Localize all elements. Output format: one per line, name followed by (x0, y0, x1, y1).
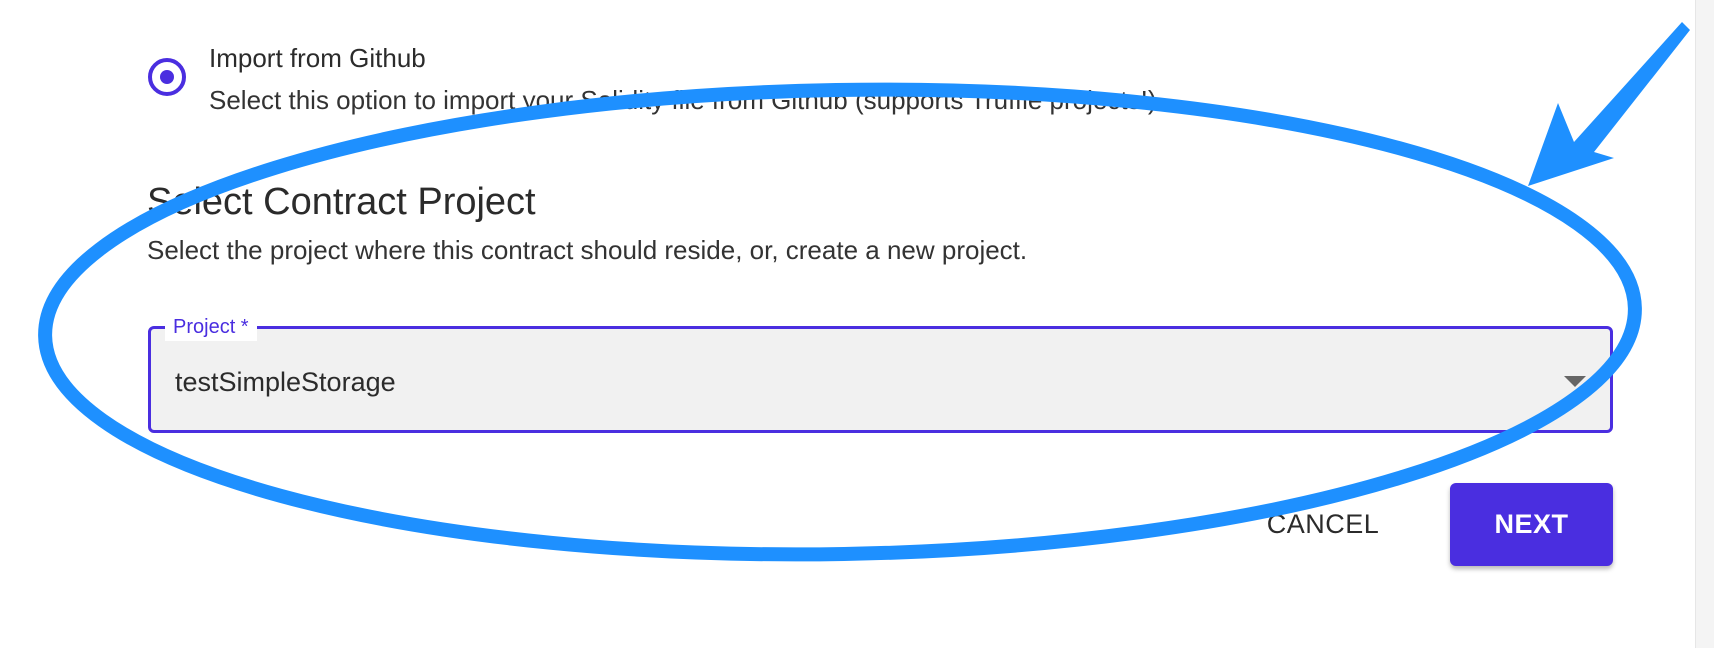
import-contract-page: Import from Github Select this option to… (0, 0, 1714, 648)
dropdown-caret-icon[interactable] (1564, 376, 1586, 387)
import-option-title[interactable]: Import from Github (209, 43, 426, 74)
project-select[interactable]: Project * testSimpleStorage (148, 313, 1613, 433)
radio-dot (160, 70, 174, 84)
project-select-value: testSimpleStorage (175, 367, 396, 397)
section-description: Select the project where this contract s… (147, 235, 1028, 265)
section-title: Select Contract Project (147, 181, 536, 223)
next-button[interactable]: NEXT (1450, 483, 1613, 566)
radio-selected-icon[interactable] (148, 58, 186, 96)
import-option-description: Select this option to import your Solidi… (209, 85, 1157, 115)
pointer-arrow-icon (1528, 22, 1690, 186)
cancel-button[interactable]: CANCEL (1245, 484, 1401, 564)
scrollbar-track[interactable] (1695, 0, 1714, 648)
project-field-label: Project * (165, 313, 257, 341)
